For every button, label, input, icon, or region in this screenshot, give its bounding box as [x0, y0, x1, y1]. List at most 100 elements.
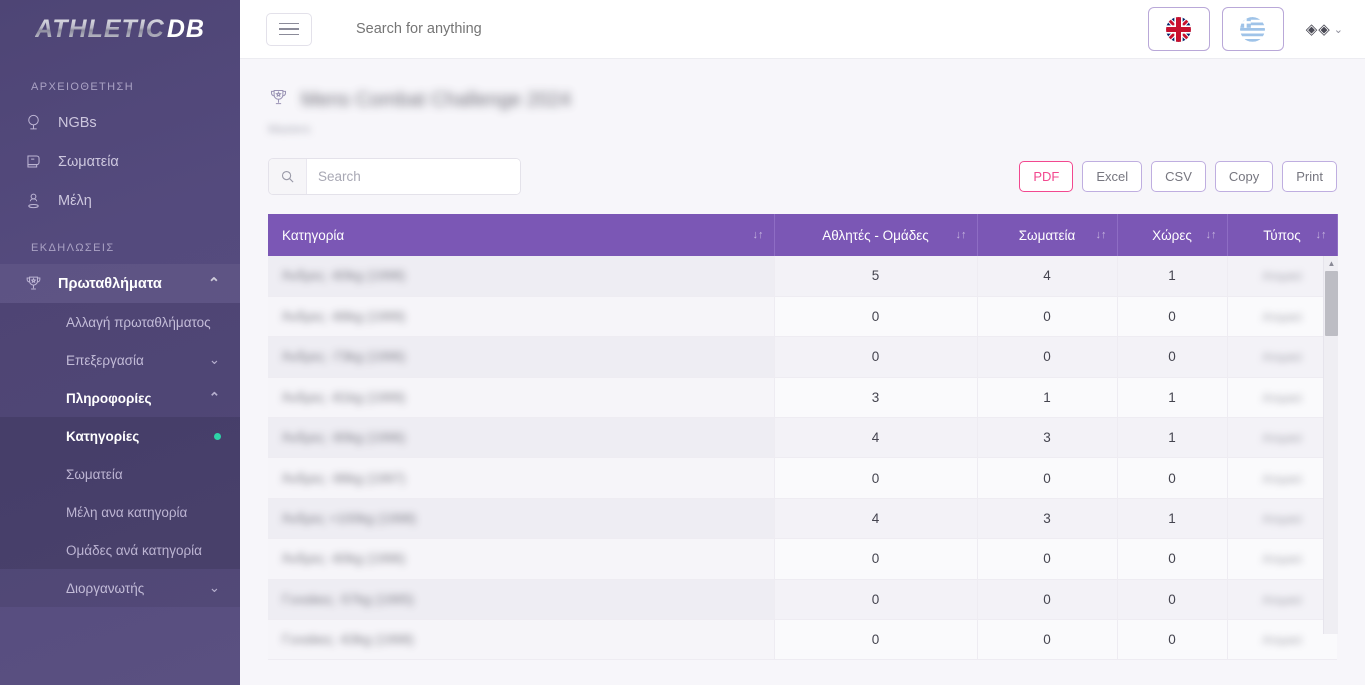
sidebar-item-ngbs[interactable]: NGBs	[0, 103, 240, 142]
sidebar-item-categories[interactable]: Κατηγορίες	[0, 417, 240, 455]
chevron-up-icon: ⌃	[207, 275, 220, 292]
column-header-category[interactable]: Κατηγορία ↓↑	[268, 214, 775, 256]
sidebar: ATHLETICDB ΑΡΧΕΙΟΘΕΤΗΣΗ NGBs Σωματεία Μέ…	[0, 0, 240, 685]
cell-clubs: 3	[977, 498, 1118, 540]
cell-type: Ατομικό	[1227, 619, 1337, 661]
main-content: ◈◈ ⌄ Mens Combat Challenge 2024 Masters	[240, 0, 1365, 685]
cell-athletes: 0	[774, 619, 978, 661]
menu-toggle-button[interactable]	[266, 12, 312, 46]
cell-countries: 0	[1117, 336, 1228, 378]
cell-clubs: 0	[977, 538, 1118, 580]
information-children: Κατηγορίες Σωματεία Μέλη ανα κατηγορία Ο…	[0, 417, 240, 569]
table-row[interactable]: Άνδρες -60kg (1998) 5 4 1 Ατομικό	[268, 256, 1337, 297]
table-search[interactable]	[268, 158, 521, 195]
cell-countries: 0	[1117, 457, 1228, 499]
cell-category: Άνδρες -90kg (1996)	[268, 417, 775, 459]
sidebar-item-teams-per-category[interactable]: Ομάδες ανά κατηγορία	[0, 531, 240, 569]
column-header-athletes-teams[interactable]: Αθλητές - Ομάδες ↓↑	[774, 214, 978, 256]
brand-logo[interactable]: ATHLETICDB	[0, 0, 240, 59]
trophy-icon	[24, 274, 58, 294]
export-pdf-button[interactable]: PDF	[1019, 161, 1074, 192]
cell-type: Ατομικό	[1227, 498, 1337, 540]
cell-athletes: 0	[774, 296, 978, 338]
brand-name-primary: ATHLETIC	[35, 15, 165, 43]
language-button-en[interactable]	[1147, 7, 1210, 51]
sidebar-item-members-per-category[interactable]: Μέλη ανα κατηγορία	[0, 493, 240, 531]
cell-type: Ατομικό	[1227, 336, 1337, 378]
sidebar-item-clubs[interactable]: Σωματεία	[0, 142, 240, 181]
cell-countries: 0	[1117, 296, 1228, 338]
cell-category: Άνδρες -60kg (1998)	[268, 256, 775, 297]
cell-type: Ατομικό	[1227, 296, 1337, 338]
table-scrollbar[interactable]: ▲	[1323, 256, 1338, 634]
print-button[interactable]: Print	[1282, 161, 1337, 192]
submenu-item-organizer[interactable]: Διοργανωτής ⌄	[0, 569, 240, 607]
sidebar-section-events: ΕΚΔΗΛΩΣΕΙΣ	[31, 242, 115, 254]
sidebar-section-archive: ΑΡΧΕΙΟΘΕΤΗΣΗ	[31, 81, 135, 93]
user-menu[interactable]: ◈◈ ⌄	[1306, 20, 1343, 38]
table-row[interactable]: Άνδρες -73kg (1996) 0 0 0 Ατομικό	[268, 336, 1337, 378]
table-row[interactable]: Άνδρες -90kg (1996) 4 3 1 Ατομικό	[268, 417, 1337, 459]
sort-icon: ↓↑	[752, 229, 764, 241]
chevron-down-icon: ⌄	[208, 352, 220, 367]
table-row[interactable]: Άνδρες -66kg (1999) 0 0 0 Ατομικό	[268, 296, 1337, 338]
submenu-item-information[interactable]: Πληροφορίες ⌃	[0, 379, 240, 417]
language-button-gr[interactable]	[1221, 7, 1284, 51]
export-excel-button[interactable]: Excel	[1082, 161, 1143, 192]
cell-countries: 0	[1117, 619, 1228, 661]
table-toolbar: PDF Excel CSV Copy Print	[240, 136, 1365, 195]
column-header-clubs[interactable]: Σωματεία ↓↑	[977, 214, 1118, 256]
table-row[interactable]: Άνδρες +100kg (1998) 4 3 1 Ατομικό	[268, 498, 1337, 540]
united-kingdom-flag-icon	[1166, 16, 1192, 42]
cell-clubs: 0	[977, 457, 1118, 499]
member-pin-icon	[24, 191, 58, 211]
scroll-up-arrow-icon[interactable]: ▲	[1324, 256, 1339, 271]
cell-clubs: 0	[977, 296, 1118, 338]
sidebar-item-championships[interactable]: Πρωταθλήματα ⌃	[0, 264, 240, 303]
sort-icon: ↓↑	[955, 229, 967, 241]
submenu-item-label: Αλλαγή πρωταθλήματος	[66, 314, 211, 330]
table-search-input[interactable]	[307, 159, 520, 194]
cell-clubs: 4	[977, 256, 1118, 297]
sidebar-subitem-label: Ομάδες ανά κατηγορία	[66, 542, 202, 558]
cell-athletes: 3	[774, 377, 978, 419]
submenu-item-edit[interactable]: Επεξεργασία ⌄	[0, 341, 240, 379]
sidebar-subitem-label: Μέλη ανα κατηγορία	[66, 504, 188, 520]
cell-clubs: 0	[977, 619, 1118, 661]
scrollbar-thumb[interactable]	[1324, 271, 1338, 336]
table-row[interactable]: Άνδρες -81kg (1999) 3 1 1 Ατομικό	[268, 377, 1337, 419]
table-row[interactable]: Άνδρες -96kg (1997) 0 0 0 Ατομικό	[268, 457, 1337, 499]
cell-countries: 1	[1117, 417, 1228, 459]
sidebar-item-clubs-sub[interactable]: Σωματεία	[0, 455, 240, 493]
burger-line	[279, 33, 299, 36]
cell-type: Ατομικό	[1227, 457, 1337, 499]
cell-clubs: 0	[977, 579, 1118, 621]
chevron-down-icon: ⌄	[208, 580, 220, 595]
table-row[interactable]: Γυναίκες -63kg (1998) 0 0 0 Ατομικό	[268, 619, 1337, 661]
table-body: Άνδρες -60kg (1998) 5 4 1 Ατομικό Άνδρες -66k…	[268, 256, 1337, 661]
export-csv-button[interactable]: CSV	[1151, 161, 1206, 192]
chevron-up-icon: ⌃	[208, 390, 220, 405]
sidebar-item-label: Πρωταθλήματα	[58, 275, 162, 292]
sidebar-item-label: NGBs	[58, 114, 97, 131]
column-label: Χώρες	[1152, 227, 1192, 243]
burger-line	[279, 22, 299, 25]
global-search-input[interactable]	[354, 20, 774, 38]
cell-type: Ατομικό	[1227, 538, 1337, 580]
column-label: Τύπος	[1263, 227, 1301, 243]
sidebar-item-members[interactable]: Μέλη	[0, 181, 240, 220]
column-header-countries[interactable]: Χώρες ↓↑	[1117, 214, 1228, 256]
table-row[interactable]: Άνδρες -60kg (1996) 0 0 0 Ατομικό	[268, 538, 1337, 580]
table-row[interactable]: Γυναίκες -57kg (1995) 0 0 0 Ατομικό	[268, 579, 1337, 621]
submenu-item-label: Πληροφορίες	[66, 390, 152, 406]
column-header-type[interactable]: Τύπος ↓↑	[1227, 214, 1338, 256]
app-root: ATHLETICDB ΑΡΧΕΙΟΘΕΤΗΣΗ NGBs Σωματεία Μέ…	[0, 0, 1365, 685]
cell-type: Ατομικό	[1227, 377, 1337, 419]
cell-athletes: 0	[774, 538, 978, 580]
cell-athletes: 4	[774, 498, 978, 540]
cell-category: Άνδρες -66kg (1999)	[268, 296, 775, 338]
column-label: Αθλητές - Ομάδες	[822, 227, 929, 243]
cell-countries: 0	[1117, 538, 1228, 580]
copy-button[interactable]: Copy	[1214, 161, 1274, 192]
submenu-item-change-championship[interactable]: Αλλαγή πρωταθλήματος	[0, 303, 240, 341]
